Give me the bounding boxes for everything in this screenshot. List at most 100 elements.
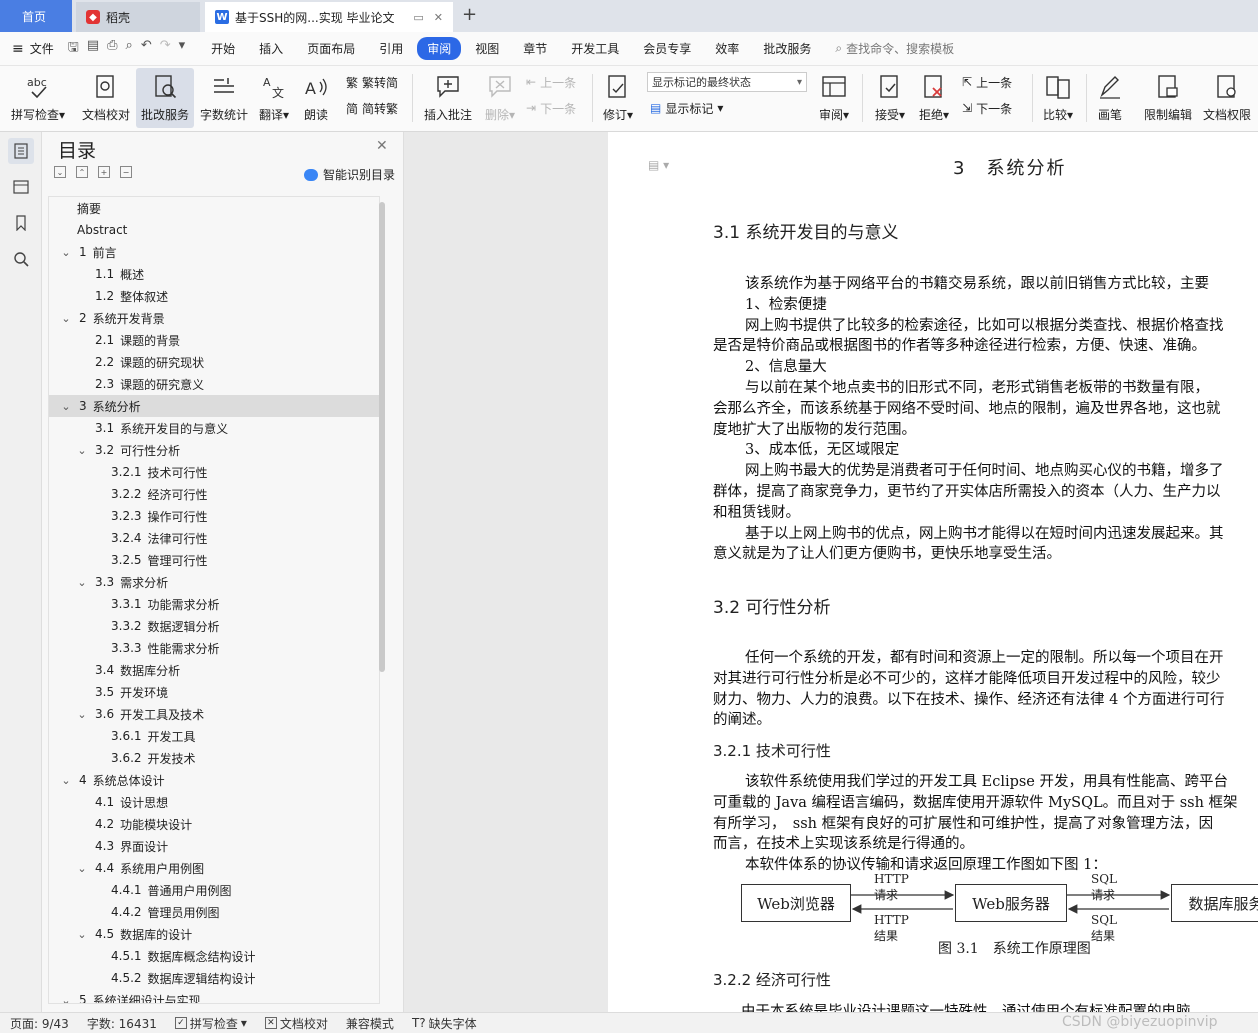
menu-tab[interactable]: 审阅 [417,37,462,60]
tab-daoke[interactable]: ◆ 稻壳 [76,2,200,32]
toc-item[interactable]: ⌄ 4.4 系统用户用例图 [49,857,379,879]
undo-icon[interactable]: ↶ [141,38,152,60]
next-change-button[interactable]: ⇲ 下一条 [962,98,1012,118]
chevron-down-icon[interactable]: ⌄ [75,576,89,589]
page-options-icon[interactable]: ▤ ▾ [648,158,669,172]
missing-font-indicator[interactable]: T? 缺失字体 [412,1015,477,1032]
toc-item[interactable]: ⌄ 4 系统总体设计 [49,769,379,791]
chevron-down-icon[interactable]: ⌄ [59,312,73,325]
new-tab-plus-icon[interactable]: + [462,4,477,25]
status-spell-check[interactable]: ✓ 拼写检查 ▾ [174,1015,247,1032]
collapse-all-icon[interactable]: ⌃ [76,166,88,178]
toc-item[interactable]: 1.1 概述 [49,263,379,285]
save-icon[interactable]: 🖫 [68,38,79,60]
tab-popout-icon[interactable]: ▭ [413,11,423,24]
search-icon[interactable] [8,246,34,272]
toc-item[interactable]: ⌄ 3.3 需求分析 [49,571,379,593]
toc-item[interactable]: 4.1 设计思想 [49,791,379,813]
toc-item[interactable]: 3.3.1 功能需求分析 [49,593,379,615]
export-pdf-icon[interactable]: ▤ [87,38,99,60]
toc-item[interactable]: ⌄ 1 前言 [49,241,379,263]
chevron-down-icon[interactable]: ⌄ [75,928,89,941]
menu-tab[interactable]: 章节 [513,37,557,60]
menu-tab[interactable]: 引用 [369,37,413,60]
chevron-down-icon[interactable]: ⌄ [75,708,89,721]
toc-item[interactable]: 4.3 界面设计 [49,835,379,857]
review-pane-button[interactable]: 审阅▾ [814,68,854,128]
toc-item[interactable]: 3.4 数据库分析 [49,659,379,681]
chevron-down-icon[interactable]: ⌄ [75,444,89,457]
track-changes-button[interactable]: 修订▾ [598,68,638,128]
toc-scrollbar[interactable] [379,202,385,672]
toc-item[interactable]: ⌄ 3.2 可行性分析 [49,439,379,461]
toc-item[interactable]: 4.4.1 普通用户用例图 [49,879,379,901]
toc-item[interactable]: 3.2.3 操作可行性 [49,505,379,527]
menu-tab[interactable]: 批改服务 [753,37,821,60]
toc-item[interactable]: ⌄ 4.5 数据库的设计 [49,923,379,945]
print-icon[interactable]: ⎙ [107,38,117,60]
show-markup-button[interactable]: ▤ 显示标记 ▾ [650,98,723,118]
toc-item[interactable]: 2.1 课题的背景 [49,329,379,351]
toc-item[interactable]: 3.2.4 法律可行性 [49,527,379,549]
close-icon[interactable]: ✕ [376,138,388,154]
toc-item[interactable]: 3.1 系统开发目的与意义 [49,417,379,439]
chapter-nav-icon[interactable] [8,174,34,200]
more-dropdown-icon[interactable]: ▾ [179,38,186,60]
command-search[interactable]: ⌕ 查找命令、搜索模板 [835,40,954,57]
remove-heading-icon[interactable]: − [120,166,132,178]
restrict-editing-button[interactable]: 限制编辑 [1140,68,1196,128]
tab-document[interactable]: W 基于SSH的网...实现 毕业论文 ▭ ✕ [205,2,453,32]
toc-item[interactable]: 3.3.3 性能需求分析 [49,637,379,659]
toc-item[interactable]: 3.6.2 开发技术 [49,747,379,769]
delete-comment-button[interactable]: 删除▾ [480,68,520,128]
doc-rights-button[interactable]: 文档权限 [1200,68,1254,128]
toc-item[interactable]: 3.5 开发环境 [49,681,379,703]
toc-item[interactable]: 2.3 课题的研究意义 [49,373,379,395]
prev-change-button[interactable]: ⇱ 上一条 [962,72,1012,92]
menu-tab[interactable]: 开始 [201,37,245,60]
toc-item[interactable]: 3.3.2 数据逻辑分析 [49,615,379,637]
doc-check-button[interactable]: 文档校对 [78,68,134,128]
toc-item[interactable]: ⌄ 3 系统分析 [49,395,379,417]
menu-tab[interactable]: 页面布局 [297,37,365,60]
pen-button[interactable]: 画笔 [1092,68,1128,128]
page-indicator[interactable]: 页面: 9/43 [10,1015,69,1032]
smart-toc-button[interactable]: 智能识别目录 [304,166,395,183]
toc-item[interactable]: 1.2 整体叙述 [49,285,379,307]
reject-change-button[interactable]: 拒绝▾ [914,68,954,128]
menu-tab[interactable]: 会员专享 [633,37,701,60]
simp-to-trad-button[interactable]: 简简转繁 [346,98,398,118]
toc-item[interactable]: 3.2.1 技术可行性 [49,461,379,483]
toc-item[interactable]: ⌄ 2 系统开发背景 [49,307,379,329]
chevron-down-icon[interactable]: ⌄ [59,774,73,787]
add-heading-icon[interactable]: + [98,166,110,178]
print-preview-icon[interactable]: ⌕ [126,38,133,60]
file-menu[interactable]: ≡ 文件 [12,40,54,57]
menu-tab[interactable]: 视图 [465,37,509,60]
chevron-down-icon[interactable]: ⌄ [59,994,73,1004]
menu-tab[interactable]: 开发工具 [561,37,629,60]
toc-item[interactable]: 4.2 功能模块设计 [49,813,379,835]
redo-icon[interactable]: ↷ [160,38,171,60]
toc-item[interactable]: Abstract [49,219,379,241]
status-doc-check[interactable]: ✕ 文档校对 [264,1015,328,1032]
compare-button[interactable]: 比较▾ [1038,68,1078,128]
document-page[interactable]: ▤ ▾ 3 系统分析 3.1 系统开发目的与意义 该系统作为基于网络平台的书籍交… [608,132,1258,1012]
correction-service-button[interactable]: 批改服务 [136,68,194,128]
toc-item[interactable]: ⌄ 3.6 开发工具及技术 [49,703,379,725]
word-count-button[interactable]: 字数统计 [198,68,250,128]
menu-tab[interactable]: 插入 [249,37,293,60]
toc-item[interactable]: 2.2 课题的研究现状 [49,351,379,373]
expand-all-icon[interactable]: ⌄ [54,166,66,178]
next-comment-button[interactable]: ⇥ 下一条 [526,98,576,118]
prev-comment-button[interactable]: ⇤ 上一条 [526,72,576,92]
toc-item[interactable]: 4.5.1 数据库概念结构设计 [49,945,379,967]
toc-item[interactable]: 3.6.1 开发工具 [49,725,379,747]
translate-button[interactable]: A文 翻译▾ [256,68,292,128]
toc-item[interactable]: 4.5.2 数据库逻辑结构设计 [49,967,379,989]
word-count-indicator[interactable]: 字数: 16431 [87,1015,157,1032]
tab-close-icon[interactable]: ✕ [434,11,443,24]
toc-item[interactable]: ⌄ 5 系统详细设计与实现 [49,989,379,1004]
insert-comment-button[interactable]: 插入批注 [420,68,476,128]
tab-home[interactable]: 首页 [0,0,72,32]
